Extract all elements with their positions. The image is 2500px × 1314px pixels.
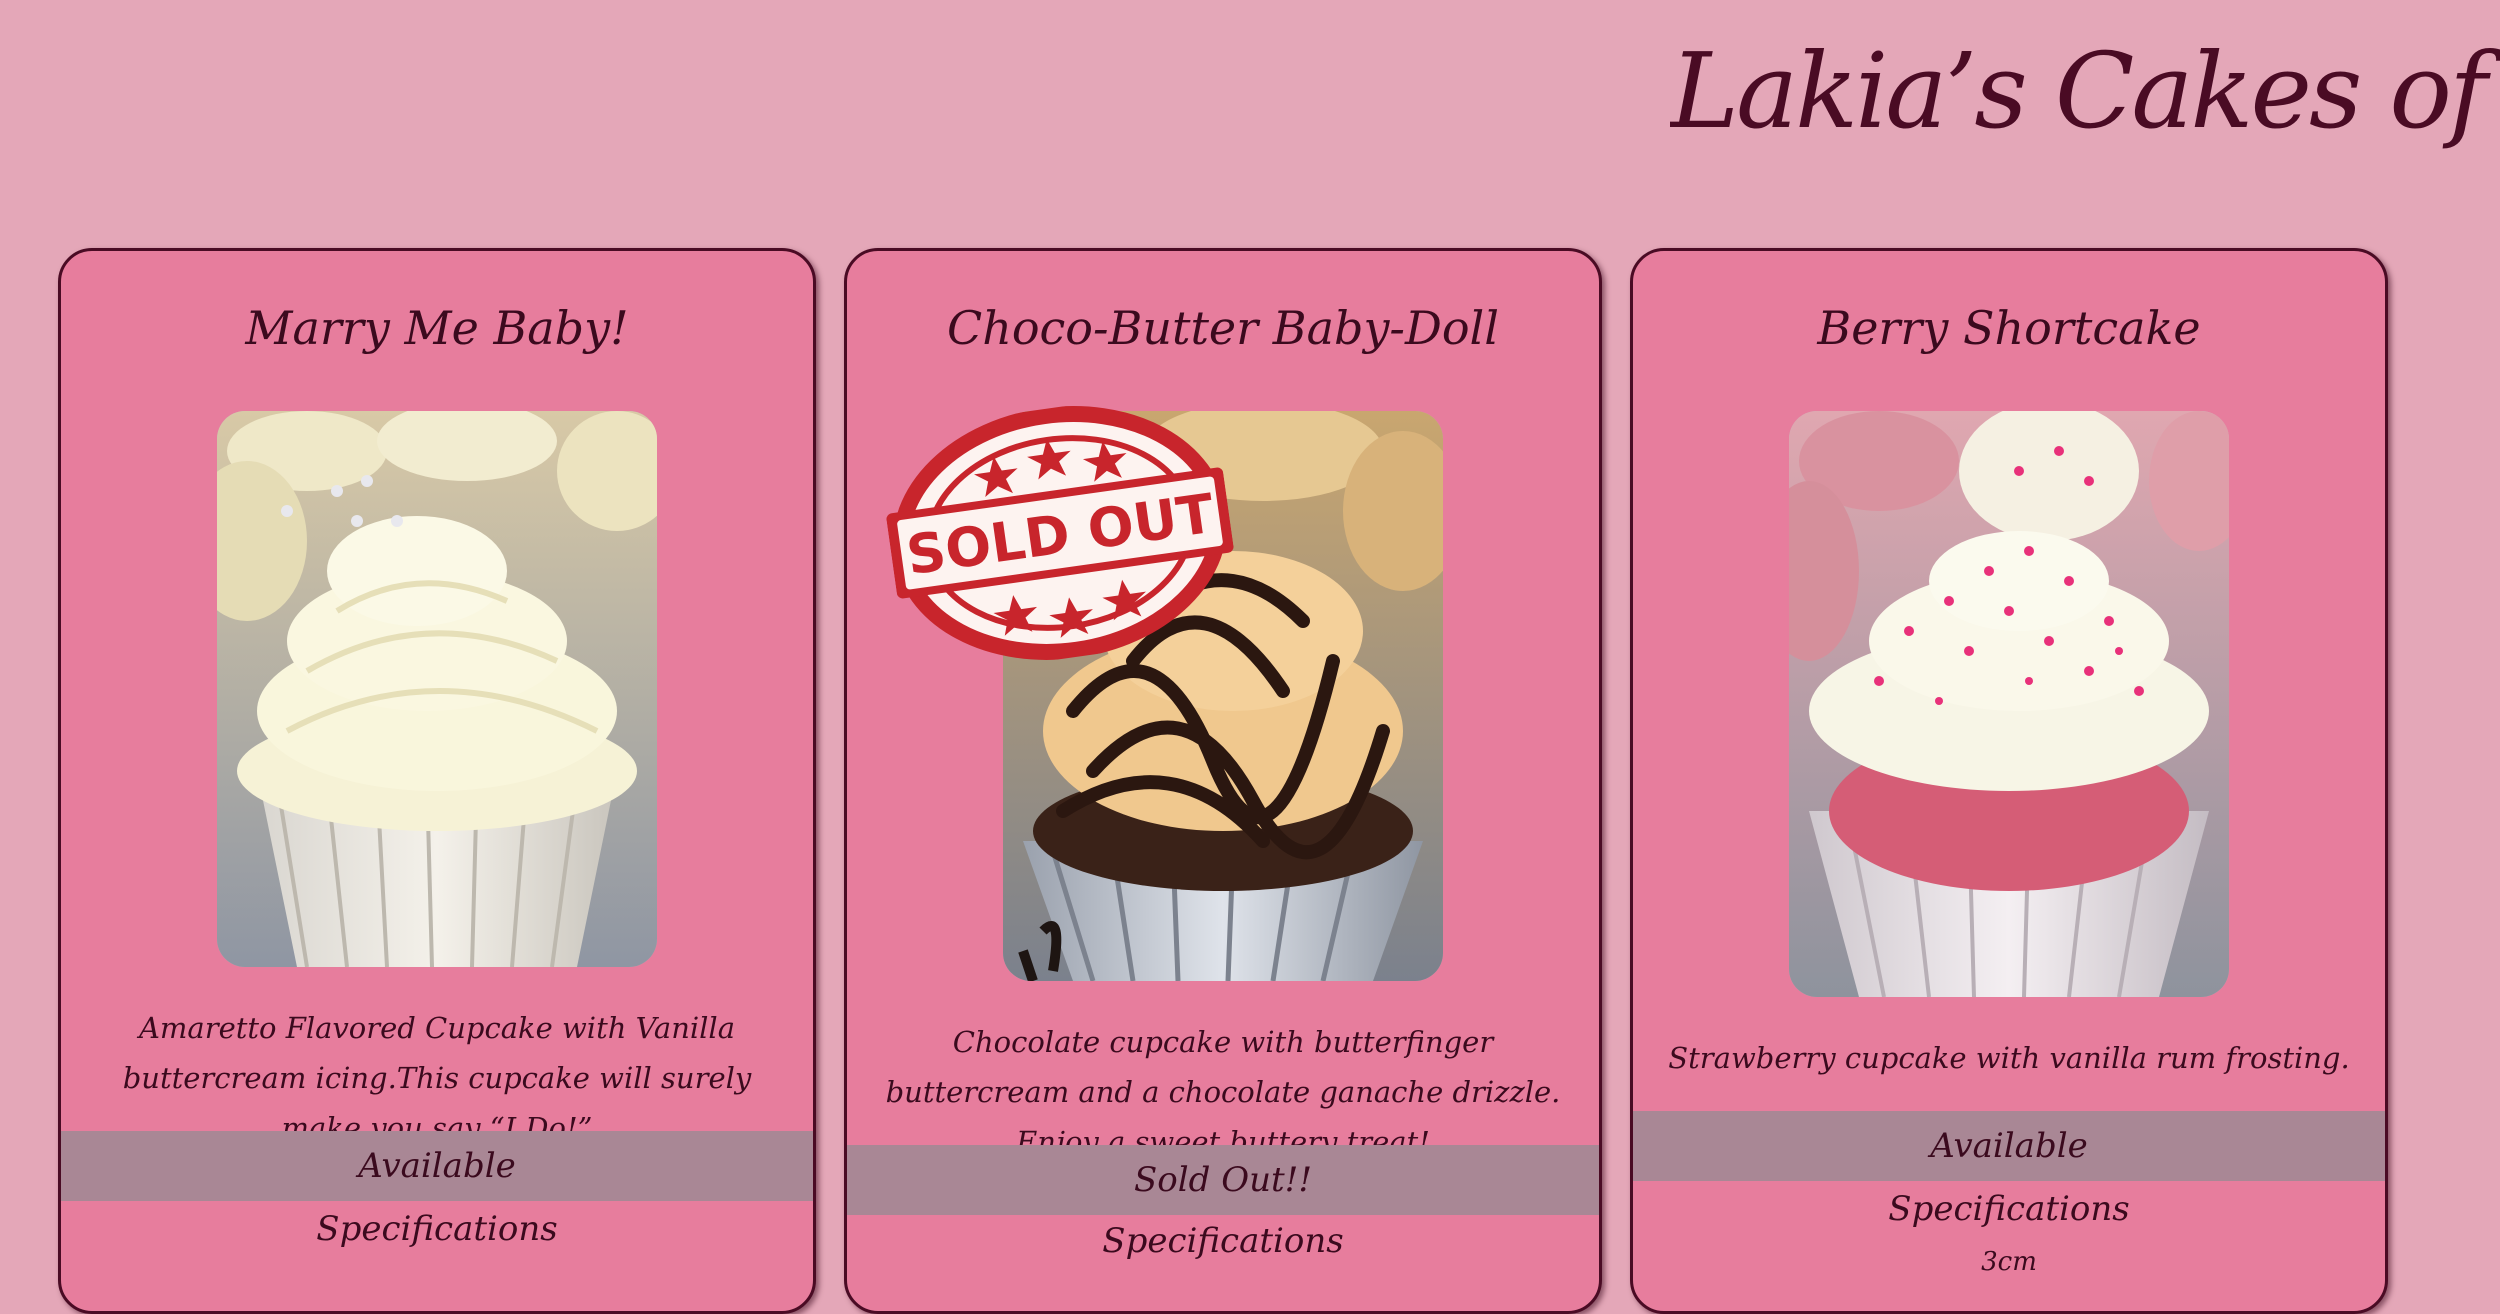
product-title: Choco-Butter Baby-Doll (947, 301, 1499, 355)
status-badge: Sold Out!! (847, 1145, 1599, 1215)
product-card-choco-butter-baby-doll: Choco-Butter Baby-Doll Chocolate cupcake… (844, 248, 1602, 1314)
product-card-marry-me-baby: Marry Me Baby! Amaretto Flavored Cupcake… (58, 248, 816, 1314)
product-title: Berry Shortcake (1817, 301, 2201, 355)
cupcake-photo (1789, 411, 2229, 997)
product-card-berry-shortcake: Berry Shortcake Strawberry cupcake with … (1630, 248, 2388, 1314)
strawberry-cupcake-image (1789, 411, 2229, 997)
status-badge: Available (1633, 1111, 2385, 1181)
specifications-heading[interactable]: Specifications (1633, 1189, 2385, 1229)
specifications-heading[interactable]: Specifications (61, 1209, 813, 1249)
sold-out-stamp-icon: SOLD OUT (874, 386, 1245, 681)
spec-value: 3cm (1981, 1247, 2037, 1277)
cupcake-photo (217, 411, 657, 967)
vanilla-cupcake-image (217, 411, 657, 967)
status-badge: Available (61, 1131, 813, 1201)
specifications-heading[interactable]: Specifications (847, 1221, 1599, 1261)
product-title: Marry Me Baby! (245, 301, 629, 355)
site-title: Lakia’s Cakes of Cup (1670, 30, 2500, 152)
product-description: Strawberry cupcake with vanilla rum fros… (1668, 1041, 2350, 1075)
